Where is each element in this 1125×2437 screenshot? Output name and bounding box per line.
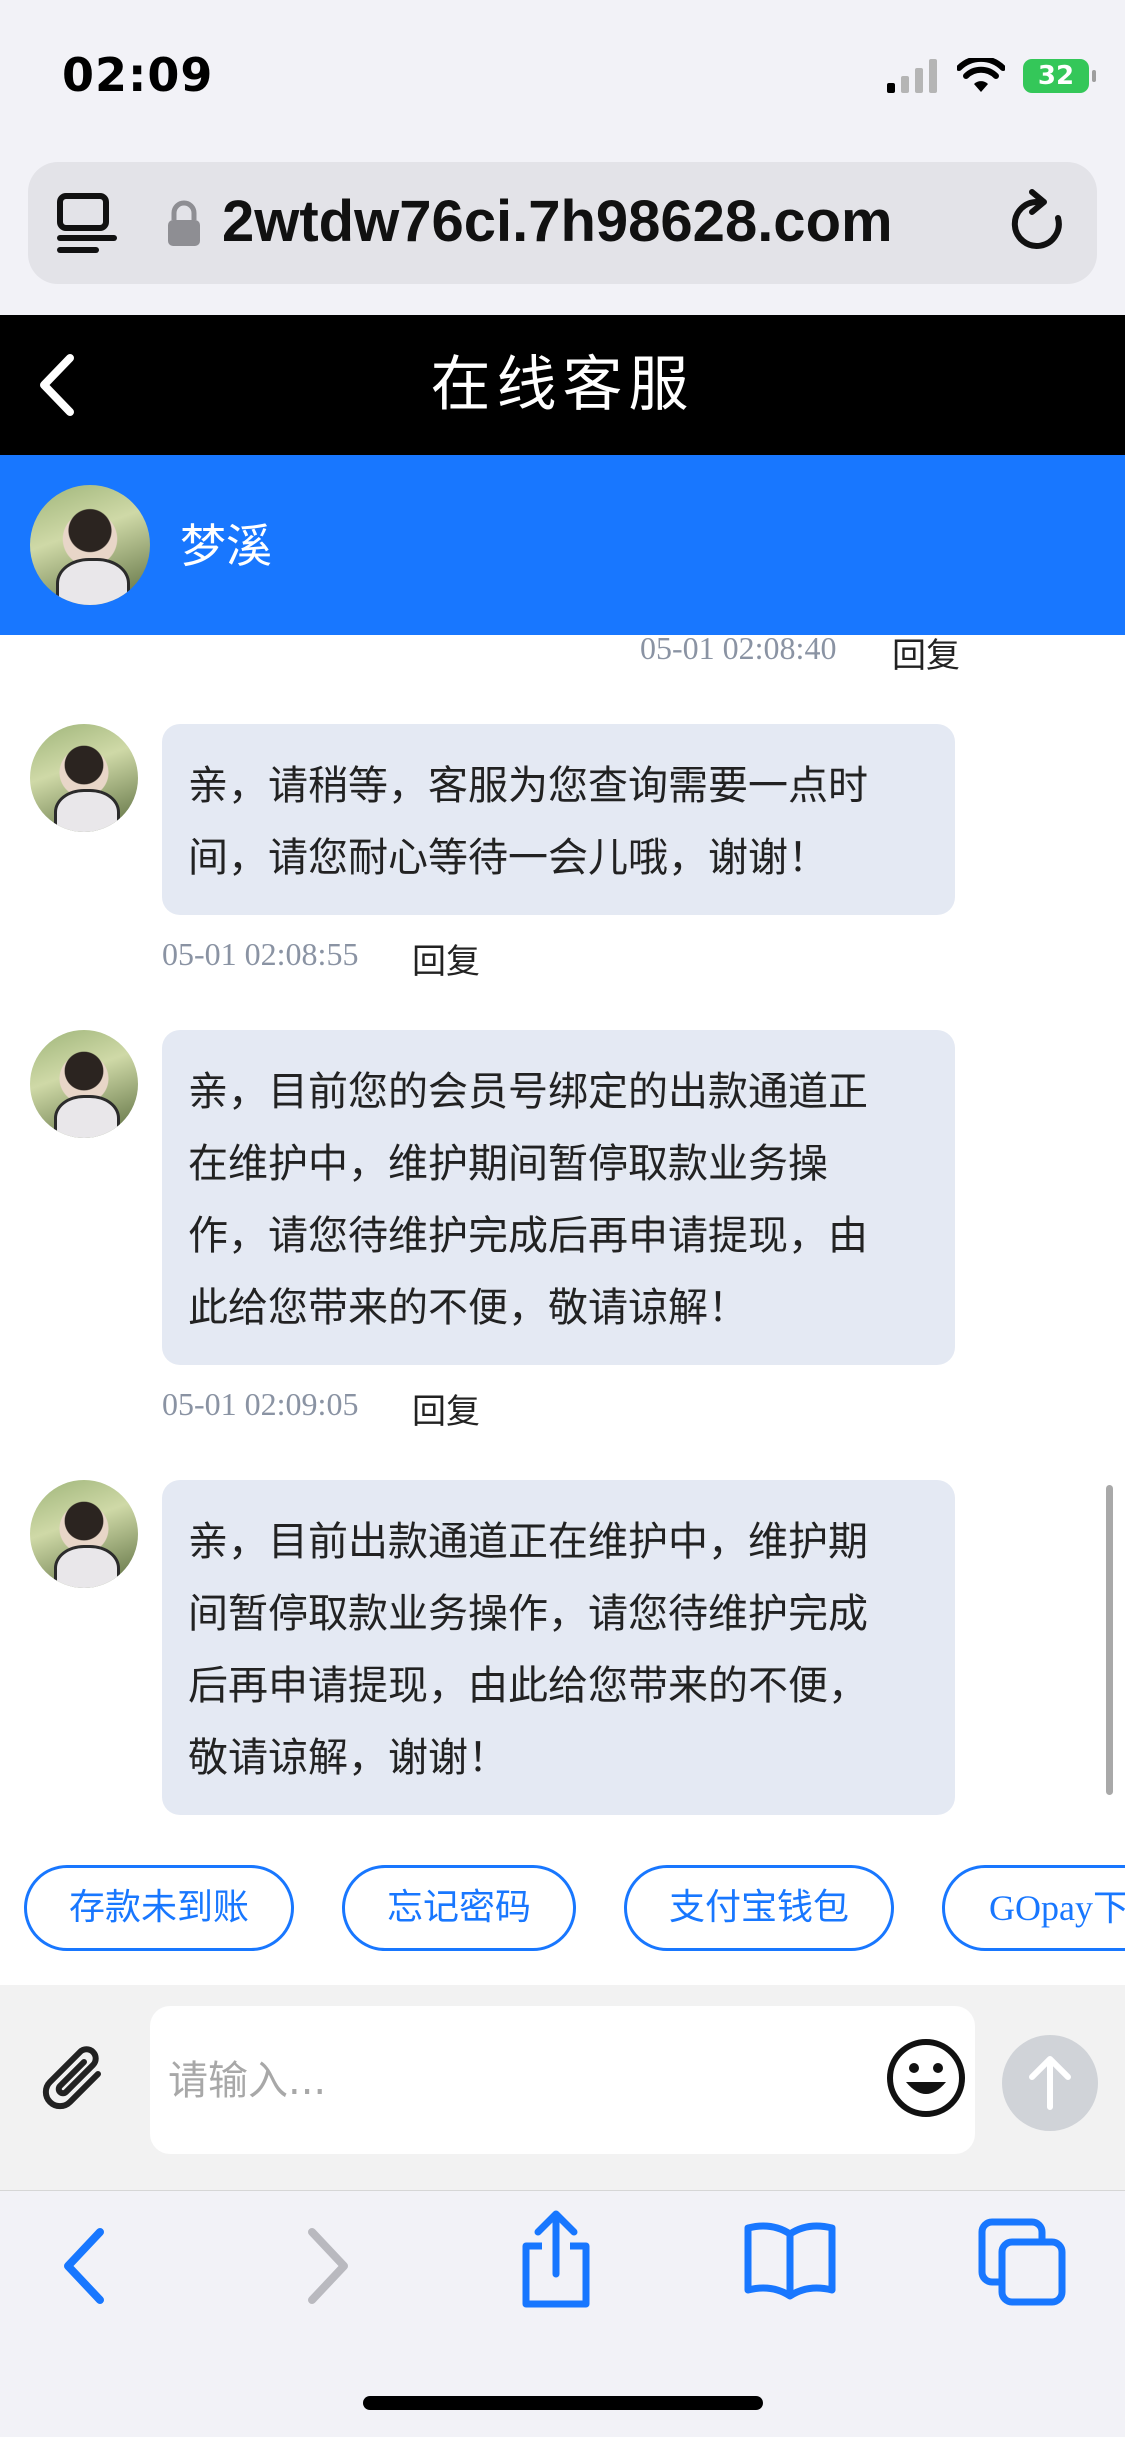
quick-reply-chip[interactable]: 忘记密码 xyxy=(342,1865,576,1951)
message-bubble: 亲，目前您的会员号绑定的出款通道正 在维护中，维护期间暂停取款业务操 作，请您待… xyxy=(162,1030,955,1365)
home-indicator xyxy=(363,2396,763,2410)
status-time: 02:09 xyxy=(62,48,214,102)
reply-link[interactable]: 回复 xyxy=(412,934,480,983)
url-text[interactable]: 2wtdw76ci.7h98628.com xyxy=(222,188,893,255)
status-icons: 32 xyxy=(887,58,1096,94)
agent-bar xyxy=(0,455,1125,635)
reload-icon[interactable] xyxy=(1006,188,1070,258)
quick-reply-chip[interactable]: 存款未到账 xyxy=(24,1865,294,1951)
emoji-icon[interactable] xyxy=(884,2036,968,2120)
cellular-signal-icon xyxy=(887,59,937,93)
agent-avatar xyxy=(30,1030,138,1138)
paperclip-icon[interactable] xyxy=(36,2040,116,2120)
agent-avatar xyxy=(30,1480,138,1588)
share-icon[interactable] xyxy=(514,2210,598,2310)
battery-icon: 32 xyxy=(1023,59,1096,93)
agent-avatar[interactable] xyxy=(30,485,150,605)
scrollbar[interactable] xyxy=(1106,1485,1113,1795)
bookmarks-icon[interactable] xyxy=(742,2220,838,2300)
message-bubble: 亲，请稍等，客服为您查询需要一点时 间，请您耐心等待一会儿哦，谢谢！ xyxy=(162,724,955,915)
message-bubble: 亲，目前出款通道正在维护中，维护期 间暂停取款业务操作，请您待维护完成 后再申请… xyxy=(162,1480,955,1815)
tabs-icon[interactable] xyxy=(978,2218,1068,2308)
reply-link[interactable]: 回复 xyxy=(412,1384,480,1433)
wifi-icon xyxy=(957,58,1005,92)
agent-name: 梦溪 xyxy=(180,519,272,573)
send-arrow-icon xyxy=(1029,2056,1071,2110)
agent-avatar xyxy=(30,724,138,832)
page-title: 在线客服 xyxy=(430,350,695,420)
message-timestamp: 05-01 02:08:55 xyxy=(162,936,359,972)
quick-reply-chip[interactable]: 支付宝钱包 xyxy=(624,1865,894,1951)
quick-reply-chip[interactable]: GOpay下 xyxy=(942,1865,1125,1951)
reader-icon[interactable] xyxy=(56,192,118,256)
forward-icon[interactable] xyxy=(302,2226,352,2306)
message-input-placeholder: 请输入... xyxy=(168,2058,327,2104)
lock-icon xyxy=(168,200,200,246)
message-timestamp: 05-01 02:09:05 xyxy=(162,1386,359,1422)
back-icon[interactable] xyxy=(60,2226,110,2306)
reply-link[interactable]: 回复 xyxy=(892,628,960,677)
quick-reply-bar: 存款未到账 忘记密码 支付宝钱包 GOpay下 xyxy=(0,1835,1125,1985)
message-timestamp: 05-01 02:08:40 xyxy=(640,630,837,666)
